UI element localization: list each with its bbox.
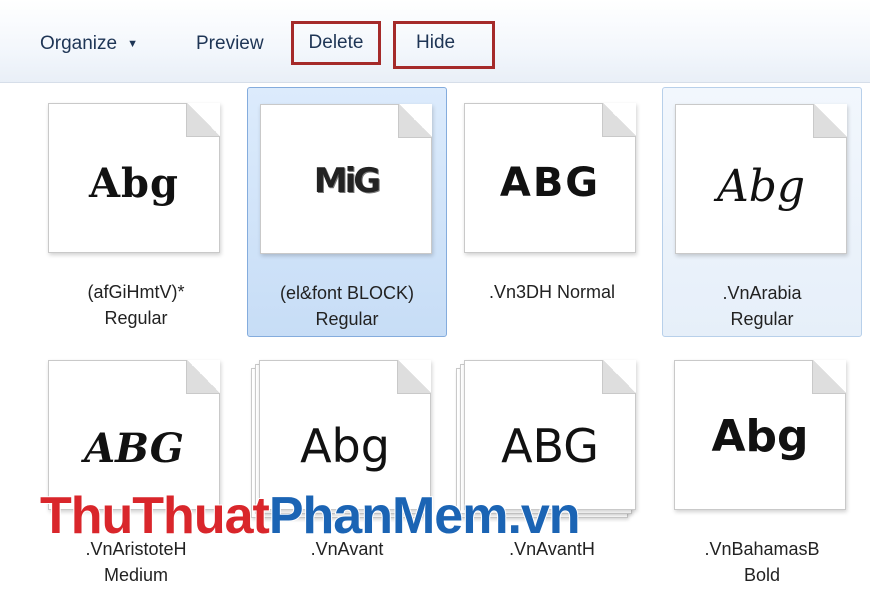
hide-button[interactable]: Hide: [393, 21, 495, 69]
font-family-item[interactable]: ABG .VnAvantH: [452, 344, 652, 594]
organize-label: Organize: [40, 33, 118, 54]
font-name: .VnBahamasB Bold: [704, 539, 820, 585]
font-name: (el&font BLOCK) Regular: [279, 283, 415, 329]
font-preview-icon: Abg: [48, 103, 220, 253]
font-preview-icon: Abg: [675, 104, 847, 254]
watermark-part: .vn: [506, 486, 581, 546]
font-item[interactable]: ABG .Vn3DH Normal: [452, 87, 652, 337]
delete-button[interactable]: Delete: [291, 21, 381, 65]
font-sample-text: Abg: [716, 161, 806, 212]
watermark-logo: ThuThuatPhanMem.vn: [39, 486, 582, 546]
font-item[interactable]: Abg .VnBahamasB Bold: [662, 344, 862, 594]
font-sample-text: ABG: [501, 419, 599, 473]
font-name: (afGiHmtV)* Regular: [87, 282, 185, 328]
command-bar: Organize ▼ Preview Delete Hide: [0, 0, 870, 83]
font-sample-text: Abg: [711, 411, 809, 462]
watermark-part: PhanMem: [268, 486, 510, 546]
preview-button[interactable]: Preview: [196, 28, 264, 60]
font-item[interactable]: Abg (afGiHmtV)* Regular: [36, 87, 236, 337]
font-name: .VnArabia Regular: [722, 283, 802, 329]
font-preview-icon: ABG: [464, 103, 636, 253]
font-sample-text: Abg: [89, 160, 179, 207]
font-item-hover[interactable]: Abg .VnArabia Regular: [662, 87, 862, 337]
watermark-part: ThuThuat: [39, 486, 271, 546]
chevron-down-icon: ▼: [127, 38, 138, 50]
font-family-item[interactable]: Abg .VnAvant: [247, 344, 447, 594]
font-item-selected[interactable]: MiG (el&font BLOCK) Regular: [247, 87, 447, 337]
font-sample-text: ABG: [499, 160, 601, 206]
font-sample-text: MiG: [313, 161, 381, 201]
font-sample-text: ABG: [84, 425, 184, 472]
font-item[interactable]: ABG .VnAristoteH Medium: [36, 344, 236, 594]
organize-menu-button[interactable]: Organize ▼: [40, 28, 138, 60]
font-preview-icon: Abg: [674, 360, 846, 510]
font-name: .Vn3DH Normal: [488, 282, 616, 302]
font-sample-text: Abg: [300, 419, 390, 473]
font-preview-icon: MiG: [260, 104, 432, 254]
